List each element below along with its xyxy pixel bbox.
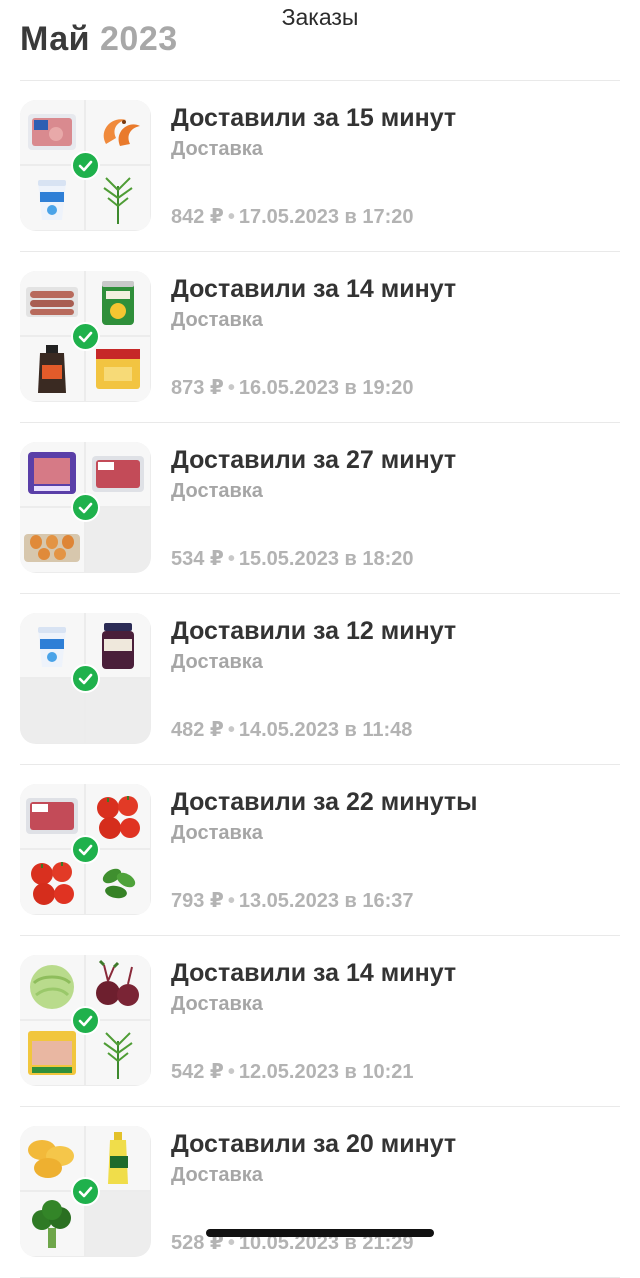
checkmark-icon bbox=[71, 835, 100, 864]
order-title: Доставили за 20 минут bbox=[171, 1130, 457, 1158]
order-type: Доставка bbox=[171, 480, 263, 502]
order-thumbnail bbox=[20, 100, 151, 231]
order-datetime: 17.05.2023 в 17:20 bbox=[238, 206, 414, 228]
order-title: Доставили за 14 минут bbox=[171, 959, 457, 987]
order-datetime: 15.05.2023 в 18:20 bbox=[238, 548, 414, 570]
order-row[interactable]: Доставили за 15 минут Доставка 842 ₽ • 17.… bbox=[20, 81, 620, 252]
order-thumbnail bbox=[20, 271, 151, 402]
year-label: 2023 bbox=[100, 20, 178, 58]
order-price: 542 ₽ bbox=[171, 1061, 224, 1083]
order-thumbnail bbox=[20, 1126, 151, 1257]
order-price: 482 ₽ bbox=[171, 719, 224, 741]
checkmark-icon bbox=[71, 493, 100, 522]
order-price: 534 ₽ bbox=[171, 548, 224, 570]
separator-dot: • bbox=[227, 206, 235, 228]
separator-dot: • bbox=[227, 548, 235, 570]
order-title: Доставили за 27 минут bbox=[171, 446, 457, 474]
order-datetime: 12.05.2023 в 10:21 bbox=[238, 1061, 414, 1083]
order-meta: 842 ₽ • 17.05.2023 в 17:20 bbox=[171, 204, 414, 229]
separator-dot: • bbox=[227, 1061, 235, 1083]
month-label: Май bbox=[20, 20, 91, 58]
order-meta: 542 ₽ • 12.05.2023 в 10:21 bbox=[171, 1059, 414, 1084]
separator-dot: • bbox=[227, 377, 235, 399]
order-thumbnail bbox=[20, 442, 151, 573]
order-type: Доставка bbox=[171, 993, 263, 1015]
order-title: Доставили за 14 минут bbox=[171, 275, 457, 303]
checkmark-icon bbox=[71, 322, 100, 351]
order-thumbnail bbox=[20, 955, 151, 1086]
checkmark-icon bbox=[71, 664, 100, 693]
home-indicator[interactable] bbox=[206, 1229, 434, 1237]
separator-dot: • bbox=[227, 719, 235, 741]
order-title: Доставили за 22 минуты bbox=[171, 788, 478, 816]
order-row[interactable]: Доставили за 14 минут Доставка 873 ₽ • 16.… bbox=[20, 252, 620, 423]
order-meta: 793 ₽ • 13.05.2023 в 16:37 bbox=[171, 888, 414, 913]
checkmark-icon bbox=[71, 1177, 100, 1206]
order-type: Доставка bbox=[171, 651, 263, 673]
order-title: Доставили за 15 минут bbox=[171, 104, 457, 132]
order-price: 842 ₽ bbox=[171, 206, 224, 228]
order-row[interactable]: Доставили за 14 минут Доставка 542 ₽ • 12.… bbox=[20, 936, 620, 1107]
order-datetime: 14.05.2023 в 11:48 bbox=[238, 719, 413, 741]
orders-list: Доставили за 15 минут Доставка 842 ₽ • 17.… bbox=[0, 81, 640, 1278]
order-row[interactable]: Доставили за 27 минут Доставка 534 ₽ • 15.… bbox=[20, 423, 620, 594]
order-datetime: 13.05.2023 в 16:37 bbox=[238, 890, 414, 912]
checkmark-icon bbox=[71, 1006, 100, 1035]
order-price: 793 ₽ bbox=[171, 890, 224, 912]
month-section-header: Май 2023 bbox=[20, 20, 178, 59]
order-meta: 482 ₽ • 14.05.2023 в 11:48 bbox=[171, 717, 412, 742]
order-type: Доставка bbox=[171, 1164, 263, 1186]
order-datetime: 16.05.2023 в 19:20 bbox=[238, 377, 414, 399]
order-row[interactable]: Доставили за 20 минут Доставка 528 ₽ • 10.… bbox=[20, 1107, 620, 1278]
order-type: Доставка bbox=[171, 822, 263, 844]
order-thumbnail bbox=[20, 784, 151, 915]
order-price: 873 ₽ bbox=[171, 377, 224, 399]
order-meta: 534 ₽ • 15.05.2023 в 18:20 bbox=[171, 546, 414, 571]
order-type: Доставка bbox=[171, 138, 263, 160]
order-thumbnail bbox=[20, 613, 151, 744]
separator-dot: • bbox=[227, 890, 235, 912]
order-row[interactable]: Доставили за 12 минут Доставка 482 ₽ • 14.… bbox=[20, 594, 620, 765]
order-meta: 873 ₽ • 16.05.2023 в 19:20 bbox=[171, 375, 414, 400]
order-title: Доставили за 12 минут bbox=[171, 617, 457, 645]
order-type: Доставка bbox=[171, 309, 263, 331]
order-row[interactable]: Доставили за 22 минуты Доставка 793 ₽ • 13… bbox=[20, 765, 620, 936]
checkmark-icon bbox=[71, 151, 100, 180]
